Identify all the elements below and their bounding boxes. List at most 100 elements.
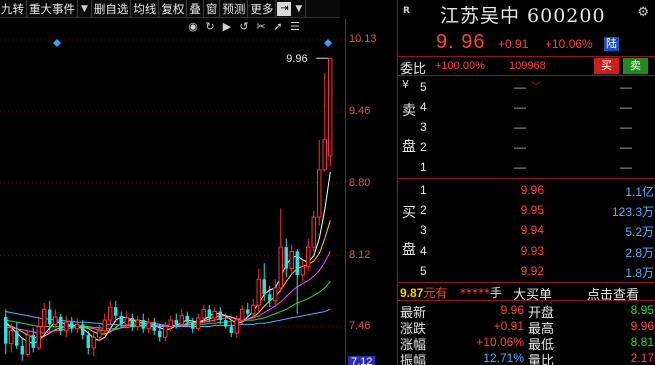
candle-body <box>284 247 288 269</box>
candle-body <box>15 330 19 346</box>
gear-icon[interactable]: ⚙ <box>637 5 649 20</box>
candle-body <box>97 330 102 338</box>
eye-icon[interactable]: ◉ <box>186 20 200 34</box>
candle-body <box>201 308 206 319</box>
toolbar-window[interactable]: 窗 <box>204 0 221 17</box>
toolbar-forecast[interactable]: 预测 <box>220 0 249 17</box>
bid-row[interactable]: 3 9.94 5.2万 <box>398 220 655 240</box>
bid-volume: 1.1亿 <box>625 185 654 199</box>
play-icon[interactable]: ▶ <box>220 20 234 34</box>
candle-body <box>168 319 173 328</box>
redo-icon[interactable]: ↻ <box>203 20 217 34</box>
order-ratio-row: 委比 +100.00% 109968 买 卖 <box>398 56 655 77</box>
bid-level: 1 <box>420 183 427 197</box>
toolbar-overlay[interactable]: 叠 <box>187 0 204 17</box>
ask-price: — <box>514 100 526 114</box>
toolbar-moving-average[interactable]: 均线 <box>131 0 160 17</box>
ask-level: 4 <box>420 100 427 114</box>
scissors-icon[interactable]: ✂ <box>254 20 268 34</box>
bid-row[interactable]: 2 9.95 123.3万 <box>398 200 655 220</box>
stat-value: 8.81 <box>630 335 654 349</box>
candle-body <box>256 278 261 306</box>
bid-level: 5 <box>420 264 427 278</box>
candle-body <box>36 326 41 349</box>
ask-row[interactable]: 1 — — <box>398 157 655 177</box>
candle-body <box>273 287 278 302</box>
ask-level: 2 <box>420 140 427 154</box>
candle-body <box>59 316 63 331</box>
order-ratio-label: 委比 <box>400 62 427 77</box>
bid-level: 3 <box>420 223 427 237</box>
ask-price: — <box>514 160 526 174</box>
stat-row: 涨跌 +0.91 最高 9.96 <box>398 318 655 337</box>
stat-value: 8.95 <box>630 303 654 317</box>
bid-row[interactable]: 4 9.93 2.8万 <box>398 241 655 261</box>
price-axis: 10.13 9.46 8.80 8.12 7.46 7.12 <box>345 18 397 365</box>
stat-row: 涨幅 +10.06% 最低 8.81 <box>398 334 655 353</box>
bid-row[interactable]: 5 9.92 1.8万 <box>398 261 655 281</box>
ask-volume: — <box>620 140 632 154</box>
candle-body <box>278 246 283 289</box>
export-icon[interactable]: ⇥ <box>277 1 292 16</box>
price-tick: 7.46 <box>349 320 371 332</box>
price-tick: 10.13 <box>349 33 377 45</box>
toolbar-jiuzhuan[interactable]: 九转 <box>0 0 27 17</box>
sell-button[interactable]: 卖 <box>623 58 648 74</box>
ask-row[interactable]: 5 — — <box>398 77 655 97</box>
candle-body <box>191 322 195 329</box>
candle-body <box>86 335 90 348</box>
toolbar-remove-watchlist[interactable]: 删自选 <box>92 0 132 17</box>
candle-body <box>289 250 294 270</box>
candle-body <box>91 336 96 349</box>
quote-panel: R 江苏吴中 600200 ⚙ 9. 96 +0.91 +10.06% 陆 委比… <box>397 0 655 365</box>
candle-body <box>81 324 85 336</box>
candle-body <box>295 251 299 276</box>
ask-volume: — <box>620 120 632 134</box>
price-change: +0.91 <box>498 37 529 51</box>
candle-body <box>179 315 184 325</box>
candlestick-chart[interactable]: 9.96 <box>0 18 345 365</box>
candle-body <box>229 326 233 333</box>
candle-body <box>218 311 222 321</box>
stat-row: 最新 9.96 开盘 8.95 <box>398 302 655 321</box>
big-order-row: 9.87元有 *****手 大买单 点击查看 <box>398 282 655 303</box>
ask-level: 5 <box>420 80 427 94</box>
ask-level: 1 <box>420 160 427 174</box>
stat-value: 9.96 <box>630 319 654 333</box>
buy-button[interactable]: 买 <box>594 58 619 74</box>
ask-volume: — <box>620 100 632 114</box>
ask-volume: — <box>620 80 632 94</box>
exchange-tag: 陆 <box>604 37 619 51</box>
toolbar-more[interactable]: 更多 <box>248 0 277 17</box>
price-tick: 8.12 <box>349 249 371 261</box>
price-change-pct: +10.06% <box>545 37 593 51</box>
list-icon[interactable]: ☰ <box>288 20 302 34</box>
chevron-down-icon[interactable]: ▼ <box>78 0 92 17</box>
divider <box>398 178 655 179</box>
ask-row[interactable]: 3 — — <box>398 117 655 137</box>
candle-body <box>135 319 140 328</box>
bid-row[interactable]: 1 9.96 1.1亿 <box>398 180 655 200</box>
undo-icon[interactable]: ↺ <box>237 20 251 34</box>
toolbar-adjust[interactable]: 复权 <box>159 0 188 17</box>
order-ratio-pct: +100.00% <box>435 60 485 72</box>
chart-toolbar: 九转 重大事件 ▼ 删自选 均线 复权 叠 窗 预测 更多 ⇥ ▼ <box>0 0 340 18</box>
candle-body <box>212 310 217 319</box>
ask-row[interactable]: 2 — — <box>398 137 655 157</box>
ask-level: 3 <box>420 120 427 134</box>
candle-body <box>124 317 129 325</box>
bid-level: 2 <box>420 203 427 217</box>
candle-body <box>207 309 211 318</box>
r-mark: R <box>403 6 410 16</box>
candle-body <box>240 308 245 321</box>
stat-value: +0.91 <box>493 319 524 333</box>
stat-value: +10.06% <box>476 335 524 349</box>
candle-body <box>246 309 250 314</box>
candle-body <box>53 316 58 325</box>
pointer-icon[interactable]: ➚ <box>271 20 285 34</box>
dropdown-icon[interactable]: ▼ <box>292 0 307 17</box>
divider <box>398 300 655 301</box>
toolbar-major-events[interactable]: 重大事件 <box>27 0 78 17</box>
candle-body <box>262 279 266 295</box>
ask-row[interactable]: 4 — — <box>398 97 655 117</box>
